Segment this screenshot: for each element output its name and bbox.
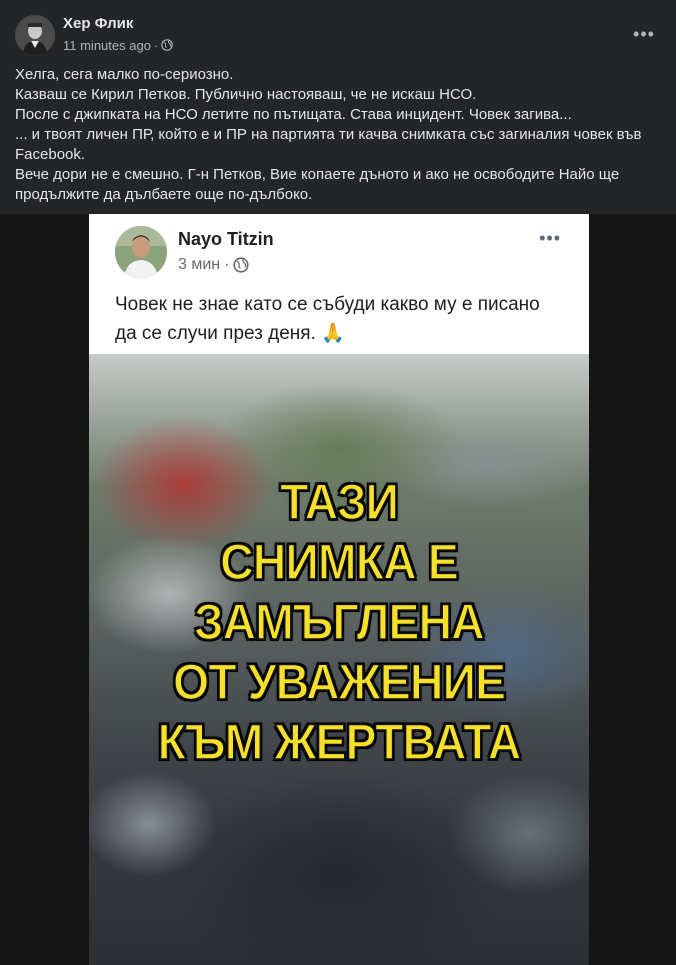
facebook-post: Хер Флик 11 minutes ago · ••• Хелга, сег… (0, 0, 676, 965)
post-text-line: Хелга, сега малко по-сериозно. (15, 66, 234, 83)
screenshot-timestamp: 3 мин (178, 256, 221, 273)
globe-icon (233, 257, 250, 273)
post-options-button[interactable]: ••• (626, 20, 662, 48)
avatar-portrait-icon (15, 15, 55, 55)
meta-separator: · (224, 256, 230, 273)
post-text-line: После с джипката на НСО летите по пътища… (15, 106, 572, 123)
globe-icon (161, 39, 174, 51)
screenshot-author-name: Nayo Titzin (178, 229, 274, 249)
overlay-line: СНИМКА Е (219, 533, 459, 591)
overlay-headline: ТАЗИ СНИМКА Е ЗАМЪГЛЕНА ОТ УВАЖЕНИЕ КЪМ … (89, 472, 589, 772)
overlay-line: ОТ УВАЖЕНИЕ (172, 653, 506, 711)
post-text: Хелга, сега малко по-сериозно. Казваш се… (15, 65, 660, 205)
post-header: Хер Флик 11 minutes ago · ••• (0, 0, 676, 62)
praying-hands-icon: 🙏 (321, 323, 345, 344)
post-text-line: Вече дори не е смешно. Г-н Петков, Вие к… (15, 166, 620, 203)
screenshot-author-avatar (115, 226, 167, 278)
author-avatar[interactable] (15, 15, 55, 55)
screenshot-options-icon: ••• (539, 228, 561, 248)
post-author-name[interactable]: Хер Флик (63, 15, 133, 32)
post-media: Nayo Titzin 3 мин · ••• Човек не знае ка… (0, 214, 676, 965)
overlay-line: КЪМ ЖЕРТВАТА (157, 713, 522, 771)
avatar-portrait-icon (115, 226, 167, 278)
screenshot-post-text: Човек не знае като се събуди какво му е … (115, 290, 565, 348)
meta-separator: · (153, 37, 159, 53)
overlay-line: ЗАМЪГЛЕНА (194, 593, 486, 651)
shared-screenshot-image[interactable]: Nayo Titzin 3 мин · ••• Човек не знае ка… (89, 214, 589, 965)
post-text-line: ... и твоят личен ПР, който е и ПР на па… (15, 126, 642, 163)
overlay-line: ТАЗИ (279, 473, 399, 531)
post-meta: 11 minutes ago · (63, 37, 174, 53)
post-timestamp[interactable]: 11 minutes ago (63, 38, 151, 53)
post-text-line: Казваш се Кирил Петков. Публично настояв… (15, 86, 477, 103)
screenshot-post-meta: 3 мин · (178, 256, 250, 274)
screenshot-post-header: Nayo Titzin 3 мин · ••• (89, 214, 589, 284)
